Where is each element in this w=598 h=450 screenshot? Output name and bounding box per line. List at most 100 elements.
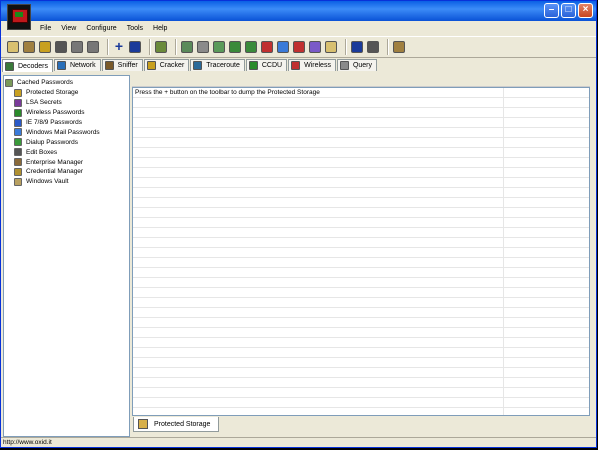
- hash-calculator-icon[interactable]: [213, 41, 225, 53]
- sniffer-icon: [104, 61, 114, 70]
- tree-node-label: Windows Mail Passwords: [26, 128, 100, 136]
- windows-mail-icon: [14, 128, 22, 137]
- network-icon: [56, 61, 66, 70]
- toolbar-separator: [149, 39, 151, 55]
- certificate-icon[interactable]: [245, 41, 257, 53]
- menu-help[interactable]: Help: [148, 22, 172, 35]
- tree-node-label: Edit Boxes: [26, 148, 58, 156]
- tab-label: Sniffer: [117, 62, 138, 69]
- app-logo-icon[interactable]: [7, 4, 31, 30]
- tree-node[interactable]: Dialup Passwords: [4, 137, 129, 147]
- toolbar-separator: [175, 39, 177, 55]
- dialup-icon: [14, 138, 22, 147]
- wireless-icon: [291, 61, 301, 70]
- tree-node-label: Dialup Passwords: [26, 138, 79, 146]
- exit-icon[interactable]: [393, 41, 405, 53]
- open-icon[interactable]: [7, 41, 19, 53]
- tree-node-label: Cached Passwords: [17, 79, 73, 87]
- tree-node[interactable]: Windows Vault: [4, 177, 129, 187]
- tree-node[interactable]: Windows Mail Passwords: [4, 127, 129, 137]
- tree-node-label: LSA Secrets: [26, 99, 62, 107]
- tree-node[interactable]: Enterprise Manager: [4, 157, 129, 167]
- list-header: [132, 75, 590, 87]
- cached-passwords-icon: [5, 78, 13, 87]
- tab-traceroute[interactable]: Traceroute: [190, 59, 245, 71]
- wireless-scan-icon[interactable]: [309, 41, 321, 53]
- add-button[interactable]: +: [113, 39, 125, 53]
- tab-cracker[interactable]: Cracker: [143, 59, 190, 71]
- tab-wireless[interactable]: Wireless: [288, 59, 336, 71]
- security-icon[interactable]: [277, 41, 289, 53]
- route-icon[interactable]: [197, 41, 209, 53]
- tab-protected-storage[interactable]: Protected Storage: [133, 417, 219, 432]
- protected-storage-icon: [14, 88, 22, 97]
- tab-ccdu[interactable]: CCDU: [245, 59, 288, 71]
- decoders-icon: [5, 61, 14, 71]
- maximize-button[interactable]: □: [561, 3, 576, 18]
- rainbow-table-icon[interactable]: [229, 41, 241, 53]
- cracker-icon: [146, 61, 156, 70]
- menu-bar: File View Configure Tools Help: [35, 22, 172, 35]
- toolbar-separator: [345, 39, 347, 55]
- menu-view[interactable]: View: [56, 22, 81, 35]
- tree-node-label: IE 7/8/9 Passwords: [26, 119, 82, 126]
- monitor-icon[interactable]: [293, 41, 305, 53]
- tab-label: Cracker: [159, 62, 185, 69]
- tree-node[interactable]: Credential Manager: [4, 167, 129, 177]
- enterprise-manager-icon: [14, 158, 22, 167]
- tree-node-label: Enterprise Manager: [26, 158, 84, 166]
- menu-configure[interactable]: Configure: [81, 22, 121, 35]
- tree-node[interactable]: Edit Boxes: [4, 147, 129, 157]
- traceroute-icon: [193, 61, 203, 70]
- menu-file[interactable]: File: [35, 22, 56, 35]
- ccdu-icon: [248, 61, 258, 70]
- toolbar-separator: [107, 39, 109, 55]
- tree-node[interactable]: IE 7/8/9 Passwords: [4, 118, 129, 128]
- network-adapter-icon[interactable]: [23, 41, 35, 53]
- tab-label: Wireless: [304, 62, 331, 69]
- tree-node-label: Protected Storage: [26, 89, 79, 97]
- decoder-icon[interactable]: [155, 41, 167, 53]
- lm-hash-icon[interactable]: [71, 41, 83, 53]
- query-icon: [339, 61, 349, 70]
- results-list: Press the + button on the toolbar to dum…: [132, 87, 590, 416]
- main-tabs: Decoders Network Sniffer Cracker Tracero…: [1, 59, 596, 72]
- title-bar[interactable]: – □ ×: [1, 1, 596, 21]
- tree-node-label: Windows Vault: [26, 178, 69, 186]
- refresh-icon[interactable]: [129, 41, 141, 53]
- windows-vault-icon: [14, 177, 22, 186]
- terminal-icon[interactable]: [261, 41, 273, 53]
- window-controls: – □ ×: [544, 3, 593, 18]
- tab-label: Decoders: [18, 62, 48, 70]
- tree-node[interactable]: LSA Secrets: [4, 98, 129, 108]
- tab-network[interactable]: Network: [53, 59, 101, 71]
- ntlm-hash-icon[interactable]: [87, 41, 99, 53]
- help-icon[interactable]: [367, 41, 379, 53]
- status-url: http://www.oxid.it: [3, 439, 52, 446]
- tab-label: Protected Storage: [154, 420, 211, 428]
- tab-decoders[interactable]: Decoders: [2, 59, 53, 72]
- column-divider: [503, 88, 504, 415]
- tree-root-cached-passwords[interactable]: Cached Passwords: [4, 78, 129, 88]
- app-window: – □ × File View Configure Tools Help + D…: [0, 0, 597, 448]
- credential-manager-icon: [14, 167, 22, 176]
- notes-icon[interactable]: [325, 41, 337, 53]
- edit-boxes-icon: [14, 148, 22, 157]
- protected-storage-icon: [138, 419, 148, 429]
- tab-query[interactable]: Query: [336, 59, 378, 71]
- tree-node[interactable]: Protected Storage: [4, 88, 129, 98]
- tab-label: CCDU: [261, 62, 283, 69]
- hazard-icon[interactable]: [39, 41, 51, 53]
- ntlm-auth-icon[interactable]: [55, 41, 67, 53]
- tree-node-label: Wireless Passwords: [26, 109, 85, 117]
- toolbar-separator: [387, 39, 389, 55]
- info-icon[interactable]: [351, 41, 363, 53]
- menu-tools[interactable]: Tools: [122, 22, 148, 35]
- minimize-button[interactable]: –: [544, 3, 559, 18]
- network-map-icon[interactable]: [181, 41, 193, 53]
- tree-node[interactable]: Wireless Passwords: [4, 108, 129, 118]
- close-button[interactable]: ×: [578, 3, 593, 18]
- tab-sniffer[interactable]: Sniffer: [101, 59, 143, 71]
- decoders-tree: Cached Passwords Protected Storage LSA Se…: [3, 75, 130, 437]
- status-message: Press the + button on the toolbar to dum…: [135, 89, 322, 96]
